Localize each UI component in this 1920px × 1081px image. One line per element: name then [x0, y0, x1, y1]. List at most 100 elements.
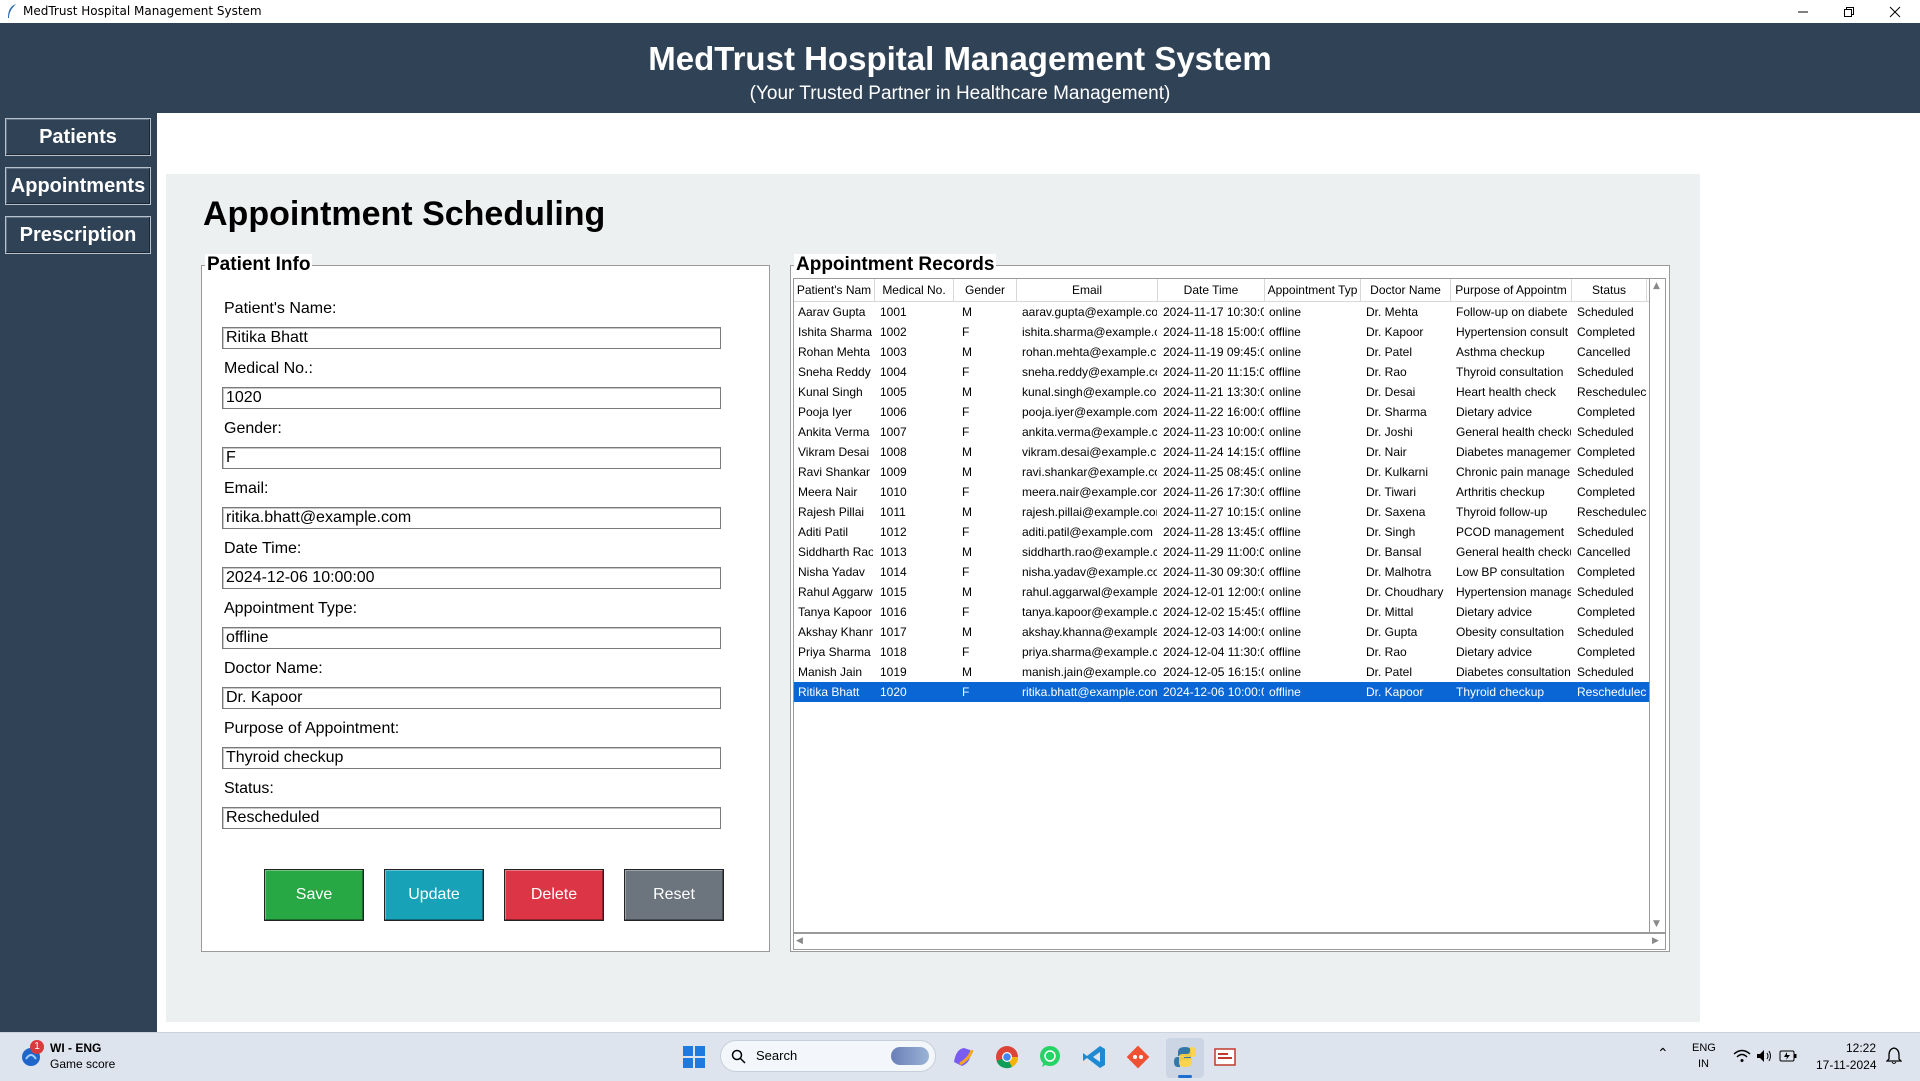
table-row[interactable]: Rajesh Pillai 1011 Mrajesh.pillai@example.…	[794, 502, 1649, 522]
table-cell: Completed	[1577, 405, 1636, 419]
table-cell: offline	[1269, 445, 1301, 459]
clock-time[interactable]: 12:22	[1846, 1041, 1876, 1055]
restore-button[interactable]	[1826, 0, 1872, 23]
column-header[interactable]: Date Time	[1158, 279, 1265, 301]
table-cell: offline	[1269, 485, 1301, 499]
sidebar-item-patients[interactable]: Patients	[5, 118, 151, 156]
table-cell: tanya.kapoor@example.c	[1022, 605, 1157, 619]
column-header[interactable]: Patient's Nam	[794, 279, 875, 301]
appointment-type-input[interactable]: offline	[222, 627, 721, 649]
table-cell: priya.sharma@example.c	[1022, 645, 1157, 659]
reset-button[interactable]: Reset	[624, 869, 724, 921]
gender-input[interactable]: F	[222, 447, 721, 469]
table-cell: Kunal Singh	[798, 385, 863, 399]
table-cell: 1007	[880, 425, 907, 439]
table-cell: Scheduled	[1577, 525, 1634, 539]
email-input[interactable]: ritika.bhatt@example.com	[222, 507, 721, 529]
table-row[interactable]: Ravi Shankar 1009 Mravi.shankar@example.co…	[794, 462, 1649, 482]
sidebar-item-appointments[interactable]: Appointments	[5, 167, 151, 205]
close-button[interactable]	[1872, 0, 1918, 23]
table-row[interactable]: Nisha Yadav 1014 Fnisha.yadav@example.co 20…	[794, 562, 1649, 582]
git-icon[interactable]	[1125, 1044, 1151, 1070]
appointment-records-table[interactable]: Patient's Nam Medical No. Gender Email Date …	[793, 278, 1650, 933]
column-header[interactable]: Purpose of Appointm	[1451, 279, 1572, 301]
language-indicator-top[interactable]: ENG	[1692, 1042, 1716, 1054]
column-header[interactable]: Appointment Typ	[1265, 279, 1361, 301]
table-cell: Completed	[1577, 325, 1636, 339]
show-hidden-icons-icon[interactable]: ⌃	[1657, 1045, 1669, 1062]
table-cell: Vikram Desai	[798, 445, 870, 459]
table-row[interactable]: Aditi Patil 1012 Faditi.patil@example.com 2…	[794, 522, 1649, 542]
battery-icon[interactable]	[1779, 1050, 1797, 1062]
table-row[interactable]: Ishita Sharma 1002 Fishita.sharma@example.…	[794, 322, 1649, 342]
medical-no-input[interactable]: 1020	[222, 387, 721, 409]
table-cell: Dr. Tiwari	[1366, 485, 1417, 499]
table-cell: M	[962, 465, 972, 479]
vscode-icon[interactable]	[1081, 1044, 1107, 1070]
medical-no-label: Medical No.:	[224, 360, 313, 377]
table-row[interactable]: Ritika Bhatt 1020 Fritika.bhatt@example.co…	[794, 682, 1649, 702]
scroll-left-icon[interactable]: ◀	[796, 936, 803, 946]
whatsapp-icon[interactable]	[1037, 1044, 1063, 1070]
column-header[interactable]: Medical No.	[875, 279, 954, 301]
scroll-up-icon[interactable]: ▲	[1653, 281, 1660, 291]
table-row[interactable]: Kunal Singh 1005 Mkunal.singh@example.co 20…	[794, 382, 1649, 402]
notification-bell-icon[interactable]	[1886, 1047, 1902, 1065]
table-row[interactable]: Ankita Verma 1007 Fankita.verma@example.c 2…	[794, 422, 1649, 442]
table-row[interactable]: Vikram Desai 1008 Mvikram.desai@example.c 2…	[794, 442, 1649, 462]
column-header[interactable]: Doctor Name	[1361, 279, 1451, 301]
minimize-button[interactable]	[1780, 0, 1826, 23]
copilot-icon[interactable]	[950, 1044, 976, 1070]
table-cell: 1001	[880, 305, 907, 319]
chrome-icon[interactable]	[994, 1044, 1020, 1070]
taskbar-search-box[interactable]: Search	[720, 1040, 936, 1072]
volume-icon[interactable]	[1756, 1049, 1774, 1063]
table-row[interactable]: Rahul Aggarw 1015 Mrahul.aggarwal@example 2…	[794, 582, 1649, 602]
table-row[interactable]: Tanya Kapoor 1016 Ftanya.kapoor@example.c 2…	[794, 602, 1649, 622]
scroll-right-icon[interactable]: ▶	[1652, 936, 1659, 946]
table-cell: Scheduled	[1577, 305, 1634, 319]
patient-name-input[interactable]: Ritika Bhatt	[222, 327, 721, 349]
feedback-app-icon[interactable]	[1212, 1044, 1238, 1070]
start-icon[interactable]	[681, 1044, 707, 1070]
table-cell: 2024-11-26 17:30:0	[1163, 485, 1264, 499]
table-row[interactable]: Manish Jain 1019 Mmanish.jain@example.co 20…	[794, 662, 1649, 682]
delete-button[interactable]: Delete	[504, 869, 604, 921]
table-row[interactable]: Pooja Iyer 1006 Fpooja.iyer@example.com 202…	[794, 402, 1649, 422]
table-cell: F	[962, 325, 970, 339]
date-time-input[interactable]: 2024-12-06 10:00:00	[222, 567, 721, 589]
table-cell: Diabetes consultation	[1456, 665, 1571, 679]
scroll-down-icon[interactable]: ▼	[1653, 919, 1660, 929]
language-indicator-bottom[interactable]: IN	[1698, 1058, 1709, 1070]
vertical-scrollbar[interactable]: ▲ ▼	[1650, 278, 1666, 933]
update-button[interactable]: Update	[384, 869, 484, 921]
table-row[interactable]: Sneha Reddy 1004 Fsneha.reddy@example.co 20…	[794, 362, 1649, 382]
table-cell: 2024-11-21 13:30:0	[1163, 385, 1264, 399]
table-row[interactable]: Rohan Mehta 1003 Mrohan.mehta@example.c 202…	[794, 342, 1649, 362]
column-header[interactable]: Status	[1572, 279, 1647, 301]
table-row[interactable]: Siddharth Rao 1013 Msiddharth.rao@example.…	[794, 542, 1649, 562]
table-cell: 2024-11-25 08:45:0	[1163, 465, 1264, 479]
table-row[interactable]: Akshay Khann 1017 Makshay.khanna@example 20…	[794, 622, 1649, 642]
doctor-name-input[interactable]: Dr. Kapoor	[222, 687, 721, 709]
column-header[interactable]: Email	[1017, 279, 1158, 301]
table-row[interactable]: Meera Nair 1010 Fmeera.nair@example.con 202…	[794, 482, 1649, 502]
wifi-icon[interactable]	[1733, 1049, 1751, 1063]
table-cell: Reschedulec	[1577, 385, 1646, 399]
column-header[interactable]: Gender	[954, 279, 1017, 301]
table-row[interactable]: Priya Sharma 1018 Fpriya.sharma@example.c 2…	[794, 642, 1649, 662]
table-cell: Arthritis checkup	[1456, 485, 1545, 499]
feather-icon	[8, 4, 16, 18]
clock-date[interactable]: 17-11-2024	[1816, 1058, 1877, 1072]
python-app-tab[interactable]	[1166, 1038, 1204, 1078]
table-cell: nisha.yadav@example.co	[1022, 565, 1157, 579]
sidebar-item-prescription[interactable]: Prescription	[5, 216, 151, 254]
save-button[interactable]: Save	[264, 869, 364, 921]
table-cell: Scheduled	[1577, 465, 1634, 479]
purpose-input[interactable]: Thyroid checkup	[222, 747, 721, 769]
table-row[interactable]: Aarav Gupta 1001 Maarav.gupta@example.co 20…	[794, 302, 1649, 322]
table-cell: vikram.desai@example.c	[1022, 445, 1157, 459]
status-input[interactable]: Rescheduled	[222, 807, 721, 829]
horizontal-scrollbar[interactable]: ◀ ▶	[793, 933, 1666, 950]
table-cell: online	[1269, 465, 1302, 479]
